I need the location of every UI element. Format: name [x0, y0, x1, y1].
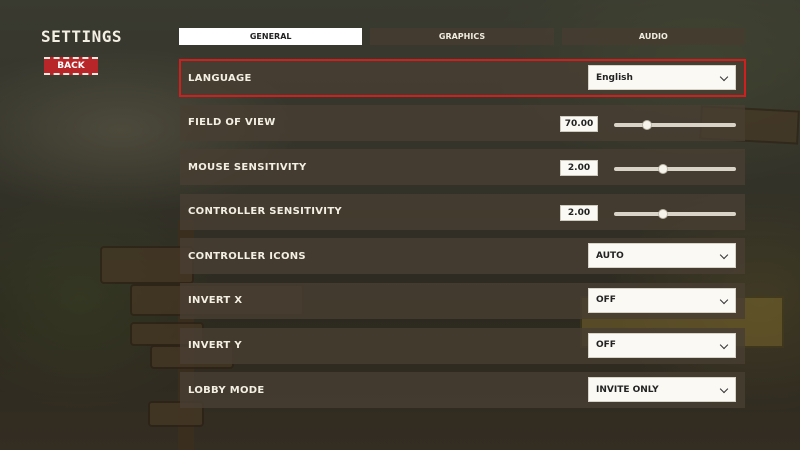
setting-row-invert-y: INVERT Y OFF: [180, 327, 745, 364]
chevron-down-icon: [719, 295, 729, 305]
slider-thumb[interactable]: [641, 119, 652, 130]
setting-row-controller-sensitivity: CONTROLLER SENSITIVITY 2.00: [180, 193, 745, 230]
setting-row-controller-icons: CONTROLLER ICONS AUTO: [180, 238, 745, 275]
field-of-view-slider[interactable]: [614, 119, 736, 130]
controller-sensitivity-input[interactable]: 2.00: [560, 204, 598, 221]
dropdown-value: OFF: [596, 340, 616, 351]
setting-label: INVERT Y: [188, 340, 242, 352]
setting-label: LANGUAGE: [188, 72, 252, 84]
slider-track: [614, 122, 736, 127]
slider-track: [614, 211, 736, 216]
dropdown-value: INVITE ONLY: [596, 384, 659, 395]
lobby-mode-dropdown[interactable]: INVITE ONLY: [588, 377, 736, 403]
mouse-sensitivity-slider[interactable]: [614, 164, 736, 175]
setting-row-lobby-mode: LOBBY MODE INVITE ONLY: [180, 372, 745, 409]
setting-label: INVERT X: [188, 295, 243, 307]
mouse-sensitivity-input[interactable]: 2.00: [560, 160, 598, 177]
controller-icons-dropdown[interactable]: AUTO: [588, 243, 736, 269]
slider-thumb[interactable]: [657, 164, 668, 175]
setting-label: MOUSE SENSITIVITY: [188, 161, 307, 173]
chevron-down-icon: [719, 384, 729, 394]
field-of-view-input[interactable]: 70.00: [560, 115, 598, 132]
dropdown-value: OFF: [596, 295, 616, 306]
controller-sensitivity-slider[interactable]: [614, 208, 736, 219]
invert-y-dropdown[interactable]: OFF: [588, 332, 736, 358]
setting-label: LOBBY MODE: [188, 384, 265, 396]
slider-thumb[interactable]: [657, 208, 668, 219]
setting-label: CONTROLLER SENSITIVITY: [188, 206, 342, 218]
setting-label: FIELD OF VIEW: [188, 117, 276, 129]
settings-list: LANGUAGE English FIELD OF VIEW 70.00 MOU…: [179, 59, 746, 417]
chevron-down-icon: [719, 72, 729, 82]
tab-audio[interactable]: AUDIO: [561, 28, 745, 45]
setting-label: CONTROLLER ICONS: [188, 250, 306, 262]
settings-tabs: GENERAL GRAPHICS AUDIO: [179, 28, 745, 45]
language-dropdown[interactable]: English: [588, 65, 736, 90]
setting-row-field-of-view: FIELD OF VIEW 70.00: [180, 104, 745, 141]
setting-row-mouse-sensitivity: MOUSE SENSITIVITY 2.00: [180, 149, 745, 186]
setting-row-invert-x: INVERT X OFF: [180, 282, 745, 319]
dropdown-value: English: [596, 72, 633, 83]
chevron-down-icon: [719, 340, 729, 349]
chevron-down-icon: [719, 251, 729, 260]
back-button[interactable]: BACK: [44, 57, 98, 75]
invert-x-dropdown[interactable]: OFF: [588, 287, 736, 313]
slider-track: [614, 167, 736, 172]
dropdown-value: AUTO: [596, 250, 624, 261]
setting-row-language[interactable]: LANGUAGE English: [179, 59, 746, 97]
page-title: SETTINGS: [41, 27, 123, 46]
tab-graphics[interactable]: GRAPHICS: [370, 28, 554, 45]
tab-general[interactable]: GENERAL: [179, 28, 363, 45]
